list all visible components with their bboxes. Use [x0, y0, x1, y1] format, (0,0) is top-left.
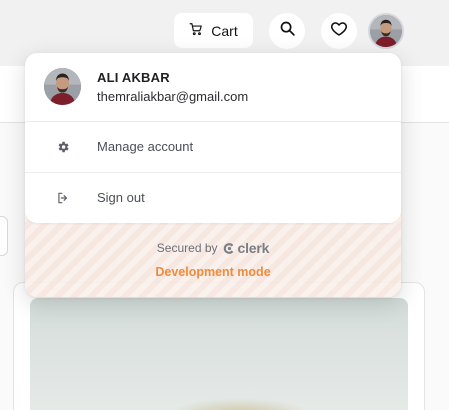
user-email: themraliakbar@gmail.com [97, 89, 249, 104]
avatar [370, 15, 402, 47]
user-menu-card: ALI AKBAR themraliakbar@gmail.com Manage… [25, 53, 401, 223]
search-icon [279, 20, 296, 42]
manage-account-button[interactable]: Manage account [25, 122, 401, 172]
cart-icon [189, 22, 203, 39]
wishlist-button[interactable] [321, 13, 357, 49]
user-avatar-button[interactable] [368, 13, 404, 49]
sign-out-button[interactable]: Sign out [25, 173, 401, 223]
side-control[interactable] [0, 216, 8, 256]
clerk-brand: clerk [237, 240, 270, 256]
avatar [44, 68, 81, 105]
clerk-logo-icon[interactable]: clerk [223, 240, 270, 256]
search-button[interactable] [269, 13, 305, 49]
sign-out-label: Sign out [97, 190, 145, 205]
cart-label: Cart [211, 22, 238, 39]
development-mode-label: Development mode [155, 265, 271, 279]
product-image[interactable] [30, 298, 408, 410]
secured-by: Secured by clerk [25, 240, 401, 256]
cart-button[interactable]: Cart [174, 13, 253, 48]
heart-icon [330, 20, 348, 43]
user-info: ALI AKBAR themraliakbar@gmail.com [25, 53, 401, 121]
user-name: ALI AKBAR [97, 70, 170, 85]
secured-by-label: Secured by [156, 241, 218, 255]
clerk-footer: Secured by clerk Development mode [25, 223, 401, 297]
sign-out-icon [55, 190, 71, 206]
gear-icon [55, 139, 71, 155]
user-menu-popover: ALI AKBAR themraliakbar@gmail.com Manage… [25, 53, 401, 297]
manage-account-label: Manage account [97, 139, 194, 154]
